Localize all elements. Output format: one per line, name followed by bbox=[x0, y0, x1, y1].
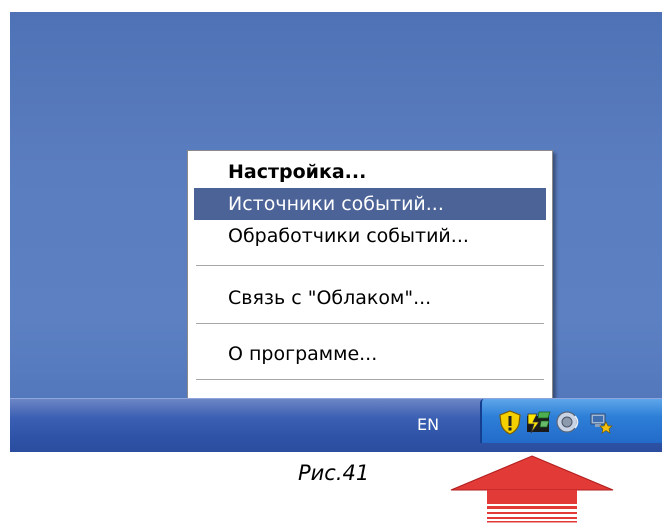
taskbar: EN bbox=[10, 398, 662, 452]
menu-separator bbox=[196, 265, 544, 266]
red-up-arrow-icon bbox=[450, 455, 614, 523]
system-tray bbox=[480, 399, 662, 443]
figure-caption: Рис.41 bbox=[298, 461, 370, 485]
menu-item-about[interactable]: О программе... bbox=[194, 338, 546, 370]
desktop-screen: Настройка... Источники событий... Обрабо… bbox=[10, 12, 662, 452]
menu-item-event-handlers[interactable]: Обработчики событий... bbox=[194, 220, 546, 252]
speaker-icon[interactable] bbox=[554, 408, 582, 436]
menu-item-settings[interactable]: Настройка... bbox=[194, 156, 546, 188]
network-icon[interactable] bbox=[586, 408, 614, 436]
menu-item-cloud-connection[interactable]: Связь с "Облаком"... bbox=[194, 282, 546, 314]
menu-separator bbox=[196, 323, 544, 324]
menu-item-event-sources[interactable]: Источники событий... bbox=[194, 188, 546, 220]
menu-separator bbox=[196, 379, 544, 380]
language-indicator[interactable]: EN bbox=[410, 413, 446, 437]
tray-context-menu: Настройка... Источники событий... Обрабо… bbox=[187, 150, 553, 432]
shield-warning-icon[interactable] bbox=[496, 408, 524, 436]
app-tray-icon[interactable] bbox=[524, 408, 552, 436]
